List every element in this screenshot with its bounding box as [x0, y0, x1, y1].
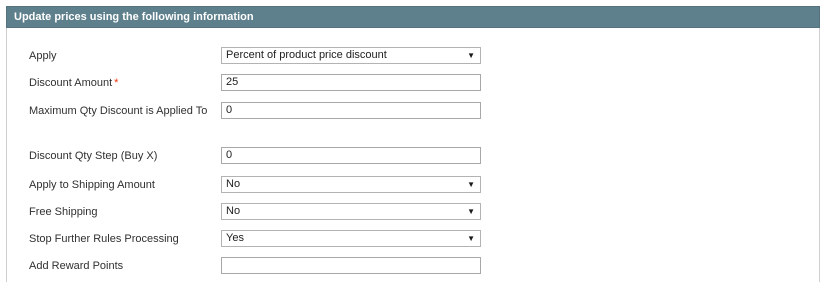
- free-shipping-label: Free Shipping: [29, 206, 98, 218]
- apply-label: Apply: [29, 50, 57, 62]
- chevron-down-icon: ▼: [467, 180, 475, 189]
- apply-shipping-label: Apply to Shipping Amount: [29, 179, 155, 191]
- discount-qty-step-label: Discount Qty Step (Buy X): [29, 150, 158, 162]
- required-asterisk: *: [114, 77, 119, 89]
- stop-rules-value: Yes: [226, 232, 244, 244]
- stop-rules-select[interactable]: Yes ▼: [221, 230, 481, 247]
- free-shipping-value: No: [226, 205, 241, 217]
- discount-qty-step-value: 0: [226, 149, 233, 161]
- apply-shipping-select[interactable]: No ▼: [221, 176, 481, 193]
- discount-qty-step-input[interactable]: 0: [221, 147, 481, 164]
- price-update-fieldset: Update prices using the following inform…: [6, 6, 820, 282]
- discount-amount-label-text: Discount Amount: [29, 77, 113, 89]
- discount-amount-input[interactable]: 25: [221, 74, 481, 91]
- apply-select[interactable]: Percent of product price discount ▼: [221, 47, 481, 64]
- discount-amount-label: Discount Amount *: [29, 75, 209, 91]
- apply-shipping-value: No: [226, 178, 241, 190]
- chevron-down-icon: ▼: [467, 207, 475, 216]
- stop-rules-label: Stop Further Rules Processing: [29, 233, 179, 245]
- max-qty-label: Maximum Qty Discount is Applied To: [29, 105, 208, 117]
- max-qty-input[interactable]: 0: [221, 102, 481, 119]
- fieldset-title: Update prices using the following inform…: [6, 6, 820, 28]
- reward-points-input[interactable]: [221, 257, 481, 274]
- reward-points-label: Add Reward Points: [29, 260, 124, 272]
- discount-amount-value: 25: [226, 76, 239, 88]
- free-shipping-select[interactable]: No ▼: [221, 203, 481, 220]
- max-qty-value: 0: [226, 104, 233, 116]
- apply-select-value: Percent of product price discount: [226, 49, 387, 61]
- chevron-down-icon: ▼: [467, 234, 475, 243]
- chevron-down-icon: ▼: [467, 51, 475, 60]
